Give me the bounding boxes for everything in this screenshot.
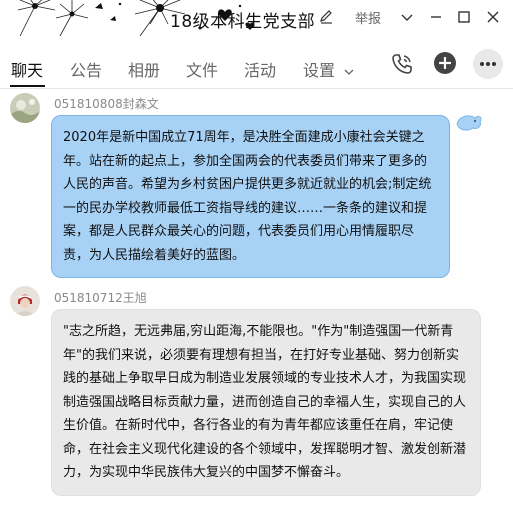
add-icon[interactable] — [433, 51, 457, 75]
tab-album[interactable]: 相册 — [128, 57, 160, 81]
edit-name-icon[interactable] — [318, 8, 334, 24]
sender-name: 051810808封森文 — [54, 97, 159, 111]
chevron-down-icon — [344, 69, 354, 75]
minimize-icon[interactable] — [425, 6, 447, 28]
tab-announcements[interactable]: 公告 — [70, 57, 102, 81]
message-bubble[interactable]: 2020年是新中国成立71周年，是决胜全面建成小康社会关键之年。站在新的起点上，… — [51, 115, 450, 278]
tab-chat[interactable]: 聊天 — [11, 57, 43, 81]
maximize-icon[interactable] — [453, 6, 475, 28]
message-text: "志之所趋，无远弗届,穷山距海,不能限也。"作为"制造强国一代新青年"的我们来说… — [63, 324, 467, 480]
more-icon[interactable] — [473, 49, 503, 79]
tab-settings-label: 设置 — [303, 61, 336, 80]
message-bubble[interactable]: "志之所趋，无远弗届,穷山距海,不能限也。"作为"制造强国一代新青年"的我们来说… — [51, 309, 481, 496]
title-bar: 18级本科生党支部 举报 — [0, 0, 513, 36]
message-text: 2020年是新中国成立71周年，是决胜全面建成小康社会关键之年。站在新的起点上，… — [63, 130, 432, 263]
bubble-decoration-icon — [456, 115, 482, 131]
avatar[interactable] — [10, 93, 40, 123]
active-tab-underline — [10, 85, 45, 87]
phone-icon[interactable] — [390, 52, 414, 76]
chat-window: 18级本科生党支部 举报 聊天 公告 相册 文件 活动 设置 051810808… — [0, 0, 513, 515]
group-title: 18级本科生党支部 — [170, 12, 316, 32]
avatar[interactable] — [10, 286, 40, 316]
tab-settings[interactable]: 设置 — [303, 57, 354, 81]
tab-activities[interactable]: 活动 — [244, 57, 276, 81]
tab-bar: 聊天 公告 相册 文件 活动 设置 — [0, 36, 513, 89]
sender-name: 051810712王旭 — [54, 291, 147, 305]
report-link[interactable]: 举报 — [355, 8, 381, 27]
close-icon[interactable] — [482, 6, 504, 28]
tab-files[interactable]: 文件 — [186, 57, 218, 81]
chevron-down-icon[interactable] — [396, 6, 418, 28]
